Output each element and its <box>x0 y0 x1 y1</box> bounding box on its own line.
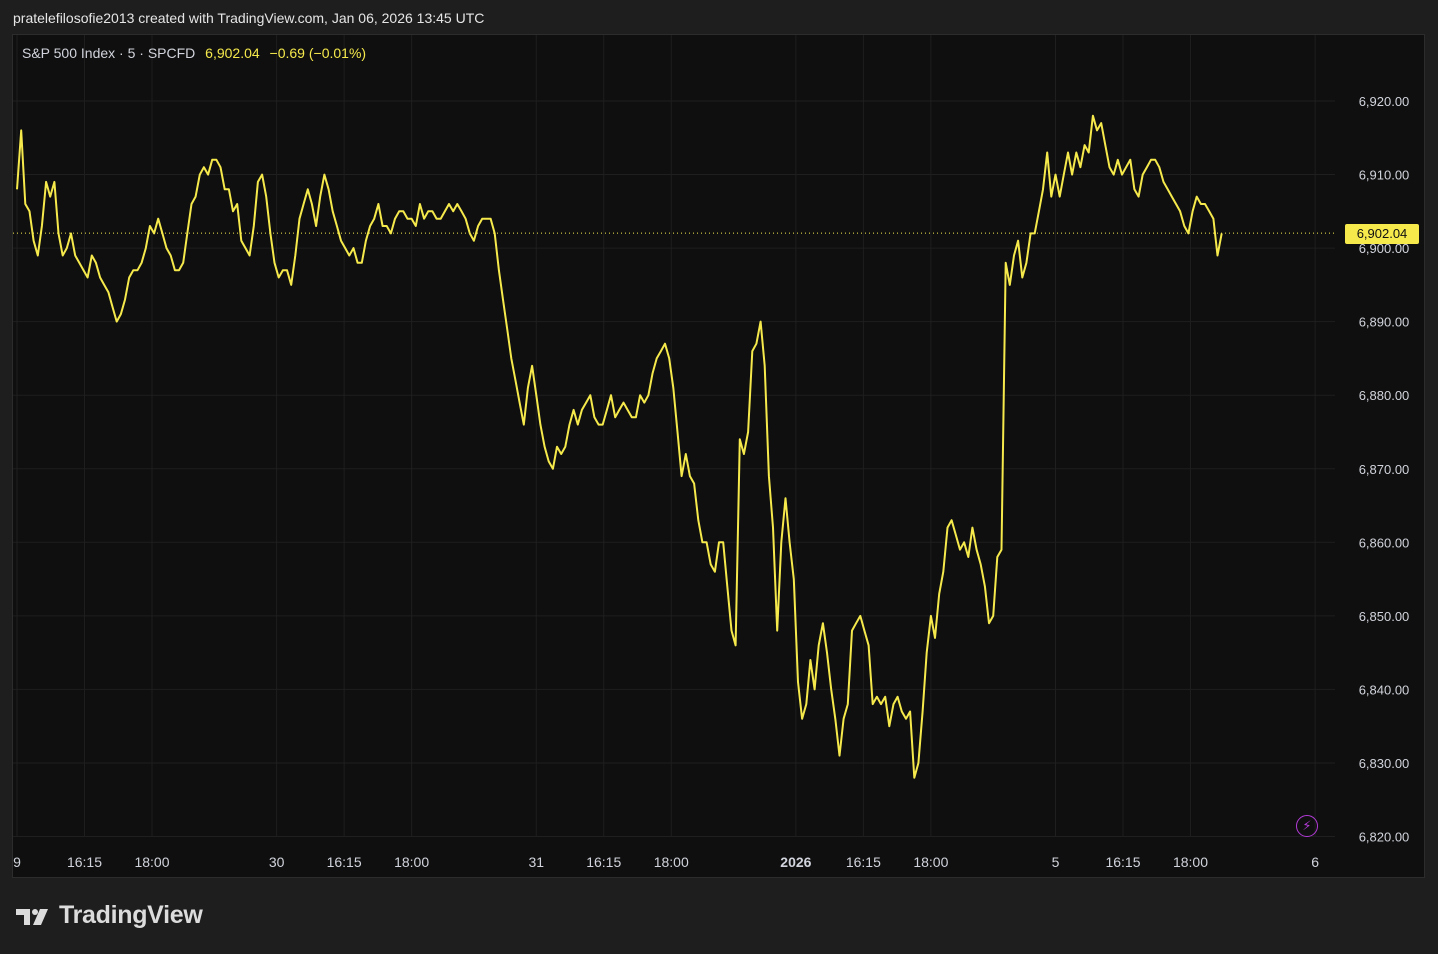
y-tick-label: 6,870.00 <box>1359 462 1410 477</box>
x-tick-label: 16:15 <box>1105 854 1140 870</box>
x-tick-label: 9 <box>13 854 21 870</box>
symbol-legend: S&P 500 Index · 5 · SPCFD 6,902.04 −0.69… <box>22 45 366 61</box>
legend-last-value: 6,902.04 <box>205 45 260 61</box>
x-tick-label: 31 <box>528 854 544 870</box>
x-tick-label: 16:15 <box>846 854 881 870</box>
y-tick-label: 6,820.00 <box>1359 830 1410 845</box>
y-tick-label: 6,880.00 <box>1359 388 1410 403</box>
y-tick-label: 6,860.00 <box>1359 535 1410 550</box>
tradingview-logo[interactable]: TradingView <box>15 901 203 930</box>
x-tick-label: 6 <box>1311 854 1319 870</box>
chart-panel[interactable]: 6,920.00 6,910.00 6,900.00 6,890.00 6,880.00… <box>12 34 1425 878</box>
chart-caption: pratelefilosofie2013 created with Tradin… <box>13 10 485 26</box>
y-tick-label: 6,830.00 <box>1359 756 1410 771</box>
x-tick-label: 18:00 <box>913 854 948 870</box>
x-tick-label: 30 <box>269 854 285 870</box>
y-tick-label: 6,920.00 <box>1359 94 1410 109</box>
y-tick-label: 6,890.00 <box>1359 315 1410 330</box>
x-tick-label: 18:00 <box>654 854 689 870</box>
x-tick-label: 16:15 <box>586 854 621 870</box>
x-tick-label: 18:00 <box>134 854 169 870</box>
tradingview-logo-icon <box>16 908 48 925</box>
price-chart[interactable]: 6,920.006,910.006,900.006,890.006,880.00… <box>13 35 1426 879</box>
brand-name: TradingView <box>59 901 203 929</box>
x-tick-label: 18:00 <box>1173 854 1208 870</box>
x-tick-label: 2026 <box>780 854 811 870</box>
y-tick-label: 6,840.00 <box>1359 682 1410 697</box>
last-price-label: 6,902.04 <box>1345 224 1419 244</box>
x-tick-label: 16:15 <box>67 854 102 870</box>
y-tick-label: 6,850.00 <box>1359 609 1410 624</box>
lightning-bolt-icon[interactable]: ⚡ <box>1296 815 1318 837</box>
x-tick-label: 16:15 <box>327 854 362 870</box>
x-tick-label: 18:00 <box>394 854 429 870</box>
price-series-line <box>16 114 1223 779</box>
x-tick-label: 5 <box>1052 854 1060 870</box>
legend-change: −0.69 (−0.01%) <box>269 45 367 61</box>
symbol-name[interactable]: S&P 500 Index · 5 · SPCFD <box>22 45 195 61</box>
y-tick-label: 6,910.00 <box>1359 168 1410 183</box>
